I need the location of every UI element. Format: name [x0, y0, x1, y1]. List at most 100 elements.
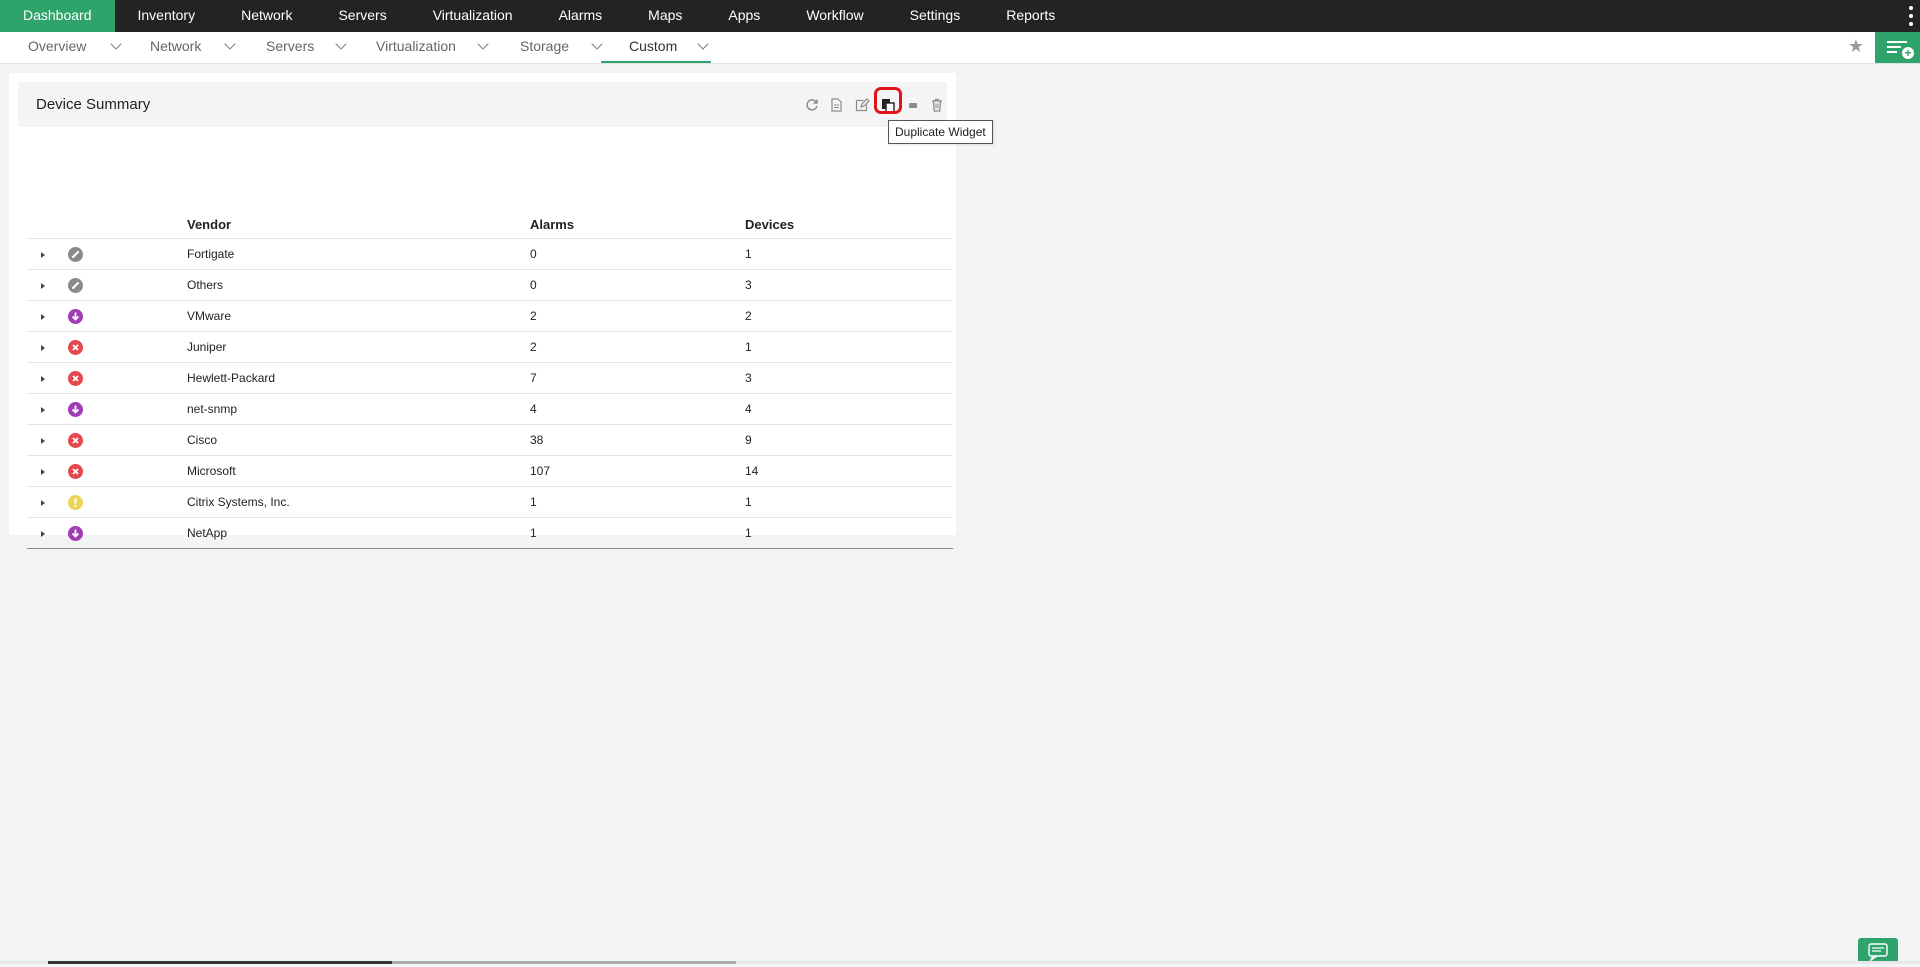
table-row[interactable]: net-snmp 4 4	[27, 393, 953, 425]
nav-network[interactable]: Network	[218, 0, 315, 32]
vendor-cell: Hewlett-Packard	[187, 362, 530, 394]
expand-row-icon[interactable]	[41, 376, 45, 382]
edit-icon[interactable]	[854, 97, 870, 113]
expand-row-icon[interactable]	[41, 500, 45, 506]
nav-servers[interactable]: Servers	[315, 0, 409, 32]
plus-icon: +	[1902, 47, 1914, 59]
devices-cell: 3	[745, 269, 953, 301]
devices-cell: 1	[745, 517, 953, 549]
devices-cell: 9	[745, 424, 953, 456]
vendor-cell: Others	[187, 269, 530, 301]
expand-row-icon[interactable]	[41, 438, 45, 444]
nav-apps[interactable]: Apps	[705, 0, 783, 32]
tab-label: Servers	[266, 38, 315, 54]
alarms-cell: 2	[530, 331, 745, 363]
column-header-alarms[interactable]: Alarms	[530, 210, 745, 239]
table-row[interactable]: Hewlett-Packard 7 3	[27, 362, 953, 394]
device-summary-table: Vendor Alarms Devices Fortigate 0 1 Othe…	[27, 210, 953, 549]
chevron-down-icon[interactable]	[110, 38, 123, 50]
table-row[interactable]: Juniper 2 1	[27, 331, 953, 363]
devices-cell: 1	[745, 331, 953, 363]
vendor-cell: Microsoft	[187, 455, 530, 487]
refresh-icon[interactable]	[804, 97, 820, 113]
table-row[interactable]: VMware 2 2	[27, 300, 953, 332]
duplicate-widget-highlight	[874, 87, 902, 114]
expand-row-icon[interactable]	[41, 252, 45, 258]
vendor-cell: VMware	[187, 300, 530, 332]
column-header-devices[interactable]: Devices	[745, 210, 953, 239]
nav-settings[interactable]: Settings	[887, 0, 984, 32]
expand-row-icon[interactable]	[41, 469, 45, 475]
tab-label: Virtualization	[376, 38, 456, 54]
table-header-row: Vendor Alarms Devices	[27, 210, 953, 239]
status-unknown-icon	[68, 246, 83, 262]
tab-overview[interactable]: Overview	[28, 32, 123, 63]
duplicate-widget-tooltip: Duplicate Widget	[888, 120, 993, 144]
alarms-cell: 107	[530, 455, 745, 487]
tab-virtualization[interactable]: Virtualization	[376, 32, 489, 63]
table-row[interactable]: Fortigate 0 1	[27, 238, 953, 270]
expand-row-icon[interactable]	[41, 531, 45, 537]
chevron-down-icon[interactable]	[697, 38, 709, 50]
expand-row-icon[interactable]	[41, 283, 45, 289]
tab-network[interactable]: Network	[150, 32, 237, 63]
alarms-cell: 1	[530, 486, 745, 518]
devices-cell: 1	[745, 238, 953, 270]
expand-row-icon[interactable]	[41, 345, 45, 351]
widget-header: Device Summary	[18, 82, 947, 127]
vendor-cell: Fortigate	[187, 238, 530, 270]
alarms-cell: 0	[530, 269, 745, 301]
table-row[interactable]: Citrix Systems, Inc. 1 1	[27, 486, 953, 518]
expand-row-icon[interactable]	[41, 314, 45, 320]
table-row[interactable]: Cisco 38 9	[27, 424, 953, 456]
status-critical-icon	[68, 432, 83, 448]
alarms-cell: 4	[530, 393, 745, 425]
status-critical-icon	[68, 339, 83, 355]
chevron-down-icon[interactable]	[224, 38, 237, 50]
nav-reports[interactable]: Reports	[983, 0, 1078, 32]
tab-label: Network	[150, 38, 202, 54]
add-widget-button[interactable]: +	[1875, 32, 1920, 63]
top-nav: Dashboard Inventory Network Servers Virt…	[0, 0, 1920, 32]
table-row[interactable]: NetApp 1 1	[27, 517, 953, 549]
nav-dashboard[interactable]: Dashboard	[0, 0, 115, 32]
table-row[interactable]: Others 0 3	[27, 269, 953, 301]
tab-storage[interactable]: Storage	[520, 32, 603, 63]
alarms-cell: 2	[530, 300, 745, 332]
chevron-down-icon[interactable]	[335, 38, 347, 50]
nav-inventory[interactable]: Inventory	[115, 0, 219, 32]
tab-label: Overview	[28, 38, 87, 54]
table-row[interactable]: Microsoft 107 14	[27, 455, 953, 487]
device-summary-widget: Device Summary Vendor Alarms Devices For…	[9, 73, 956, 549]
tab-label: Custom	[629, 38, 678, 54]
alarms-cell: 7	[530, 362, 745, 394]
alarms-cell: 38	[530, 424, 745, 456]
alarms-cell: 1	[530, 517, 745, 549]
delete-icon[interactable]	[929, 97, 945, 113]
status-critical-icon	[68, 463, 83, 479]
vendor-cell: NetApp	[187, 517, 530, 549]
status-warning-icon	[68, 494, 83, 510]
nav-workflow[interactable]: Workflow	[783, 0, 886, 32]
sub-nav: Overview Network Servers Virtualization …	[0, 32, 1920, 64]
devices-cell: 1	[745, 486, 953, 518]
vendor-cell: Cisco	[187, 424, 530, 456]
nav-maps[interactable]: Maps	[625, 0, 705, 32]
more-options-icon[interactable]	[1906, 4, 1916, 28]
expand-row-icon[interactable]	[41, 407, 45, 413]
chevron-down-icon[interactable]	[477, 38, 489, 50]
favorite-star-icon[interactable]: ★	[1848, 36, 1864, 57]
devices-cell: 3	[745, 362, 953, 394]
widget-title: Device Summary	[36, 96, 151, 113]
tab-servers[interactable]: Servers	[266, 32, 347, 63]
export-pdf-icon[interactable]	[828, 97, 844, 113]
comment-icon[interactable]	[905, 97, 921, 113]
tab-custom[interactable]: Custom	[601, 32, 711, 63]
nav-alarms[interactable]: Alarms	[536, 0, 626, 32]
vendor-cell: Citrix Systems, Inc.	[187, 486, 530, 518]
nav-virtualization[interactable]: Virtualization	[410, 0, 536, 32]
tab-label: Storage	[520, 38, 570, 54]
status-down-icon	[68, 308, 83, 324]
column-header-vendor[interactable]: Vendor	[187, 210, 530, 239]
alarms-cell: 0	[530, 238, 745, 270]
